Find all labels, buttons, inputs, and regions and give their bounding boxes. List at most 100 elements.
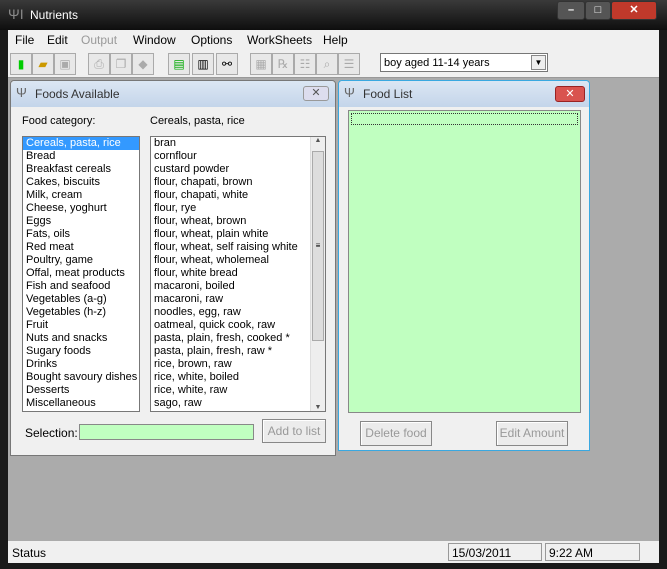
scroll-down-icon[interactable]: ▼ bbox=[311, 404, 325, 411]
category-item[interactable]: Cakes, biscuits bbox=[23, 176, 139, 189]
scrollbar[interactable]: ▲ ≡ ▼ bbox=[310, 137, 325, 411]
category-item[interactable]: Nuts and snacks bbox=[23, 332, 139, 345]
scroll-thumb[interactable]: ≡ bbox=[312, 151, 324, 341]
food-list-box[interactable]: bran cornflour custard powder flour, chapat… bbox=[150, 136, 326, 412]
menu-file[interactable]: File bbox=[15, 33, 34, 47]
foods-available-window: Ψ Foods Available ✕ Food category: Cerea… bbox=[10, 80, 336, 456]
category-item[interactable]: Milk, cream bbox=[23, 189, 139, 202]
foods-available-titlebar: Ψ Foods Available ✕ bbox=[11, 81, 335, 107]
menu-worksheets[interactable]: WorkSheets bbox=[247, 33, 312, 47]
menu-window[interactable]: Window bbox=[133, 33, 176, 47]
menu-edit[interactable]: Edit bbox=[47, 33, 68, 47]
food-item[interactable]: flour, wheat, plain white bbox=[151, 228, 325, 241]
food-item[interactable]: rice, brown, raw bbox=[151, 358, 325, 371]
food-item[interactable]: oatmeal, quick cook, raw bbox=[151, 319, 325, 332]
chevron-down-icon[interactable]: ▼ bbox=[531, 55, 546, 70]
calculator-icon[interactable]: ▦ bbox=[250, 53, 272, 75]
menu-output[interactable]: Output bbox=[81, 33, 117, 47]
cutlery-icon: Ψ bbox=[344, 85, 355, 100]
food-item[interactable]: flour, chapati, white bbox=[151, 189, 325, 202]
category-item[interactable]: Cereals, pasta, rice bbox=[23, 137, 139, 150]
copy-icon[interactable]: ❐ bbox=[110, 53, 132, 75]
maximize-button[interactable]: □ bbox=[585, 1, 611, 20]
category-item[interactable]: Breakfast cereals bbox=[23, 163, 139, 176]
window-title: Nutrients bbox=[30, 8, 79, 22]
scroll-up-icon[interactable]: ▲ bbox=[311, 137, 325, 144]
category-item[interactable]: Cheese, yoghurt bbox=[23, 202, 139, 215]
table-icon[interactable]: ☰ bbox=[338, 53, 360, 75]
print-icon[interactable]: ⎙ bbox=[88, 53, 110, 75]
close-icon[interactable]: ✕ bbox=[555, 86, 585, 102]
category-item[interactable]: Fish and seafood bbox=[23, 280, 139, 293]
category-item[interactable]: Poultry, game bbox=[23, 254, 139, 267]
food-item[interactable]: flour, white bread bbox=[151, 267, 325, 280]
binoculars-icon[interactable]: ⚯ bbox=[216, 53, 238, 75]
food-item[interactable]: flour, rye bbox=[151, 202, 325, 215]
category-item[interactable]: Eggs bbox=[23, 215, 139, 228]
cutlery-icon: Ψ bbox=[16, 85, 27, 100]
status-bar: Status 15/03/2011 9:22 AM bbox=[8, 541, 659, 563]
food-item[interactable]: flour, wheat, brown bbox=[151, 215, 325, 228]
new-icon[interactable]: ▮ bbox=[10, 53, 32, 75]
category-item[interactable]: Bread bbox=[23, 150, 139, 163]
menu-help[interactable]: Help bbox=[323, 33, 348, 47]
food-item[interactable]: bran bbox=[151, 137, 325, 150]
food-item[interactable]: noodles, egg, raw bbox=[151, 306, 325, 319]
main-window: ΨΙ Nutrients – □ ✕ File Edit Output Wind… bbox=[0, 0, 667, 569]
food-item[interactable]: rice, white, boiled bbox=[151, 371, 325, 384]
close-icon[interactable]: ✕ bbox=[303, 86, 329, 101]
food-item[interactable]: flour, wheat, wholemeal bbox=[151, 254, 325, 267]
minimize-button[interactable]: – bbox=[557, 1, 585, 20]
food-list-box[interactable] bbox=[348, 110, 581, 413]
child-title: Food List bbox=[363, 87, 413, 101]
category-list[interactable]: Cereals, pasta, rice Bread Breakfast cerea… bbox=[22, 136, 140, 412]
food-item[interactable]: rice, white, raw bbox=[151, 384, 325, 397]
food-item[interactable]: macaroni, raw bbox=[151, 293, 325, 306]
close-button[interactable]: ✕ bbox=[611, 1, 657, 20]
selection-input[interactable] bbox=[79, 424, 254, 440]
category-item[interactable]: Red meat bbox=[23, 241, 139, 254]
magnify-icon[interactable]: ⌕ bbox=[316, 53, 338, 75]
food-list-titlebar: Ψ Food List ✕ bbox=[339, 81, 589, 107]
category-item[interactable]: Drinks bbox=[23, 358, 139, 371]
status-time: 9:22 AM bbox=[545, 543, 640, 561]
food-item[interactable]: macaroni, boiled bbox=[151, 280, 325, 293]
food-item[interactable]: pasta, plain, fresh, cooked * bbox=[151, 332, 325, 345]
food-item[interactable]: sago, raw bbox=[151, 397, 325, 410]
category-item[interactable]: Vegetables (a-g) bbox=[23, 293, 139, 306]
rv-icon[interactable]: ℞ bbox=[272, 53, 294, 75]
menu-options[interactable]: Options bbox=[191, 33, 232, 47]
chart-icon[interactable]: ☷ bbox=[294, 53, 316, 75]
add-to-list-button[interactable]: Add to list bbox=[262, 419, 326, 443]
app-icon: ΨΙ bbox=[8, 6, 24, 22]
columns-icon[interactable]: ▥ bbox=[192, 53, 214, 75]
category-item[interactable]: Offal, meat products bbox=[23, 267, 139, 280]
category-item[interactable]: Miscellaneous bbox=[23, 397, 139, 410]
save-icon[interactable]: ▣ bbox=[54, 53, 76, 75]
status-text: Status bbox=[12, 546, 47, 560]
food-item[interactable]: pasta, plain, fresh, raw * bbox=[151, 345, 325, 358]
food-item[interactable]: flour, wheat, self raising white bbox=[151, 241, 325, 254]
edit-amount-button[interactable]: Edit Amount bbox=[496, 421, 568, 446]
category-item[interactable]: Fruit bbox=[23, 319, 139, 332]
food-item[interactable]: flour, chapati, brown bbox=[151, 176, 325, 189]
tag-icon[interactable]: ◆ bbox=[132, 53, 154, 75]
profile-dropdown[interactable]: boy aged 11-14 years ▼ bbox=[380, 53, 548, 72]
category-item[interactable]: Sugary foods bbox=[23, 345, 139, 358]
category-item[interactable]: Bought savoury dishes bbox=[23, 371, 139, 384]
food-list-window: Ψ Food List ✕ Delete food Edit Amount bbox=[338, 80, 590, 451]
category-item[interactable]: Vegetables (h-z) bbox=[23, 306, 139, 319]
status-date: 15/03/2011 bbox=[448, 543, 542, 561]
selection-label: Selection: bbox=[25, 426, 78, 440]
focus-row[interactable] bbox=[351, 113, 578, 125]
category-item[interactable]: Fats, oils bbox=[23, 228, 139, 241]
menu-bar: File Edit Output Window Options WorkShee… bbox=[8, 30, 659, 50]
food-item[interactable]: custard powder bbox=[151, 163, 325, 176]
food-item[interactable]: cornflour bbox=[151, 150, 325, 163]
open-folder-icon[interactable]: ▰ bbox=[32, 53, 54, 75]
category-item[interactable]: Desserts bbox=[23, 384, 139, 397]
notepad-icon[interactable]: ▤ bbox=[168, 53, 190, 75]
delete-food-button[interactable]: Delete food bbox=[360, 421, 432, 446]
food-category-label: Food category: bbox=[22, 115, 96, 127]
profile-value: boy aged 11-14 years bbox=[384, 57, 490, 69]
